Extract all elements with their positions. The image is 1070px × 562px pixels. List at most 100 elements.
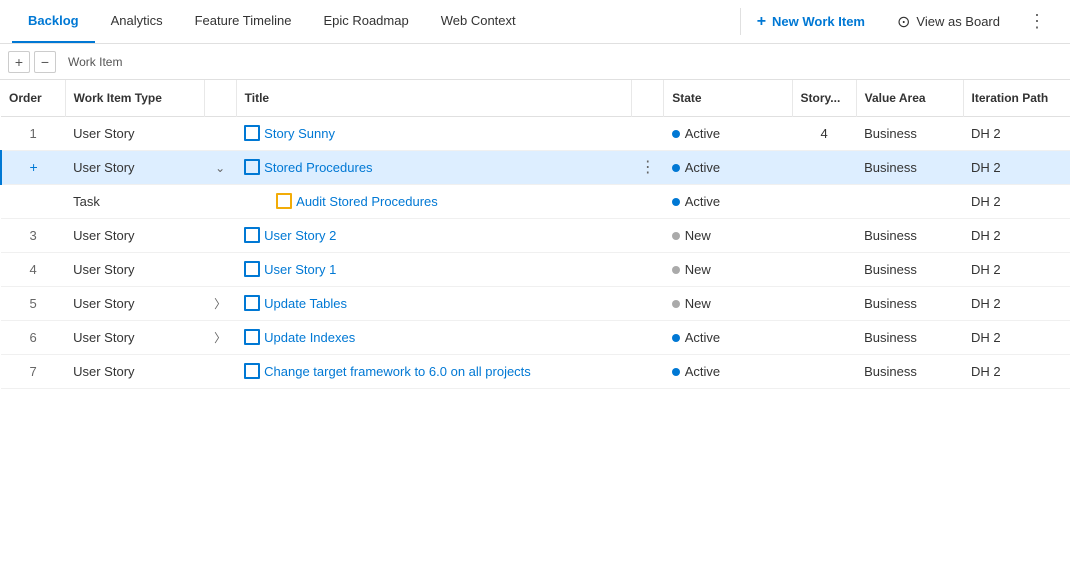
cell-expand[interactable]: 〉 — [204, 286, 236, 320]
cell-state: New — [664, 218, 792, 252]
work-item-label: Work Item — [68, 55, 122, 69]
cell-expand — [204, 116, 236, 150]
cell-row-actions[interactable]: ⋮ — [632, 218, 664, 252]
title-text[interactable]: User Story 1 — [264, 262, 336, 277]
cell-title: Update Tables — [236, 286, 632, 320]
col-order: Order — [1, 80, 65, 116]
cell-value-area: Business — [856, 150, 963, 184]
cell-row-actions[interactable]: ⋮ — [632, 116, 664, 150]
table-row[interactable]: 3User Story User Story 2 ⋮NewBusinessDH … — [1, 218, 1070, 252]
title-text[interactable]: Change target framework to 6.0 on all pr… — [264, 364, 531, 379]
col-iteration-path: Iteration Path — [963, 80, 1070, 116]
state-label: Active — [685, 126, 720, 141]
nav-actions: + New Work Item ⊙ View as Board ⋮ — [745, 0, 1058, 43]
tab-backlog[interactable]: Backlog — [12, 0, 95, 43]
state-label: Active — [685, 194, 720, 209]
more-options-button[interactable]: ⋮ — [1020, 11, 1054, 32]
new-work-item-label: New Work Item — [772, 14, 865, 29]
cell-state: Active — [664, 320, 792, 354]
cell-work-item-type: User Story — [65, 354, 204, 388]
cell-iteration-path: DH 2 — [963, 354, 1070, 388]
table-row[interactable]: 7User Story Change target framework to 6… — [1, 354, 1070, 388]
cell-row-actions[interactable]: ⋮ — [632, 320, 664, 354]
collapse-icon[interactable]: ⌄ — [215, 161, 225, 175]
backlog-table-container: Order Work Item Type Title State Story..… — [0, 80, 1070, 562]
cell-order: 5 — [1, 286, 65, 320]
table-row[interactable]: 4User Story User Story 1 ⋮NewBusinessDH … — [1, 252, 1070, 286]
top-navigation: Backlog Analytics Feature Timeline Epic … — [0, 0, 1070, 44]
state-label: Active — [685, 330, 720, 345]
cell-iteration-path: DH 2 — [963, 320, 1070, 354]
cell-order: 3 — [1, 218, 65, 252]
cell-state: Active — [664, 116, 792, 150]
expand-icon[interactable]: 〉 — [214, 331, 226, 345]
cell-story-points — [792, 218, 856, 252]
cell-iteration-path: DH 2 — [963, 116, 1070, 150]
table-row[interactable]: +User Story⌄ Stored Procedures ⋮ActiveBu… — [1, 150, 1070, 184]
cell-work-item-type: User Story — [65, 150, 204, 184]
cell-story-points — [792, 252, 856, 286]
title-text[interactable]: User Story 2 — [264, 228, 336, 243]
col-story: Story... — [792, 80, 856, 116]
nav-tabs: Backlog Analytics Feature Timeline Epic … — [12, 0, 736, 43]
cell-work-item-type: User Story — [65, 286, 204, 320]
cell-story-points — [792, 184, 856, 218]
title-text[interactable]: Update Indexes — [264, 330, 355, 345]
cell-title: User Story 2 — [236, 218, 632, 252]
table-row[interactable]: Task Audit Stored Procedures ⋮ActiveDH 2 — [1, 184, 1070, 218]
type-icon — [244, 295, 260, 311]
cell-title: Story Sunny — [236, 116, 632, 150]
cell-row-actions[interactable]: ⋮ — [632, 252, 664, 286]
expand-icon[interactable]: 〉 — [214, 297, 226, 311]
cell-row-actions[interactable]: ⋮ — [632, 286, 664, 320]
remove-item-button[interactable]: − — [34, 51, 56, 73]
type-icon — [244, 261, 260, 277]
type-icon — [244, 159, 260, 175]
add-item-button[interactable]: + — [8, 51, 30, 73]
type-icon — [244, 363, 260, 379]
cell-expand — [204, 184, 236, 218]
cell-value-area: Business — [856, 218, 963, 252]
new-work-item-button[interactable]: + New Work Item — [745, 8, 877, 36]
state-dot — [672, 368, 680, 376]
tab-analytics[interactable]: Analytics — [95, 0, 179, 43]
cell-expand — [204, 218, 236, 252]
table-row[interactable]: 5User Story〉 Update Tables ⋮NewBusinessD… — [1, 286, 1070, 320]
cell-title: Update Indexes — [236, 320, 632, 354]
title-text[interactable]: Stored Procedures — [264, 160, 372, 175]
state-label: New — [685, 228, 711, 243]
tab-feature-timeline[interactable]: Feature Timeline — [179, 0, 308, 43]
tab-epic-roadmap[interactable]: Epic Roadmap — [307, 0, 424, 43]
title-text[interactable]: Audit Stored Procedures — [296, 194, 438, 209]
title-text[interactable]: Update Tables — [264, 296, 347, 311]
state-label: New — [685, 296, 711, 311]
cell-order: 7 — [1, 354, 65, 388]
cell-expand[interactable]: ⌄ — [204, 150, 236, 184]
tab-web-context[interactable]: Web Context — [425, 0, 532, 43]
row-context-menu[interactable]: ⋮ — [640, 159, 656, 176]
cell-title: Audit Stored Procedures — [236, 184, 632, 218]
cell-value-area: Business — [856, 252, 963, 286]
cell-order: 6 — [1, 320, 65, 354]
table-body: 1User Story Story Sunny ⋮Active4Business… — [1, 116, 1070, 388]
table-row[interactable]: 6User Story〉 Update Indexes ⋮ActiveBusin… — [1, 320, 1070, 354]
cell-story-points — [792, 150, 856, 184]
view-as-board-label: View as Board — [916, 14, 1000, 29]
cell-state: Active — [664, 184, 792, 218]
table-row[interactable]: 1User Story Story Sunny ⋮Active4Business… — [1, 116, 1070, 150]
title-text[interactable]: Story Sunny — [264, 126, 335, 141]
cell-row-actions[interactable]: ⋮ — [632, 354, 664, 388]
col-actions-spacer — [632, 80, 664, 116]
col-title: Title — [236, 80, 632, 116]
type-icon — [244, 227, 260, 243]
cell-value-area: Business — [856, 354, 963, 388]
add-child-icon[interactable]: + — [29, 159, 37, 175]
type-icon — [276, 193, 292, 209]
cell-row-actions[interactable]: ⋮ — [632, 184, 664, 218]
col-value-area: Value Area — [856, 80, 963, 116]
cell-row-actions[interactable]: ⋮ — [632, 150, 664, 184]
col-state: State — [664, 80, 792, 116]
view-as-board-button[interactable]: ⊙ View as Board — [885, 7, 1012, 37]
cell-expand[interactable]: 〉 — [204, 320, 236, 354]
cell-iteration-path: DH 2 — [963, 286, 1070, 320]
